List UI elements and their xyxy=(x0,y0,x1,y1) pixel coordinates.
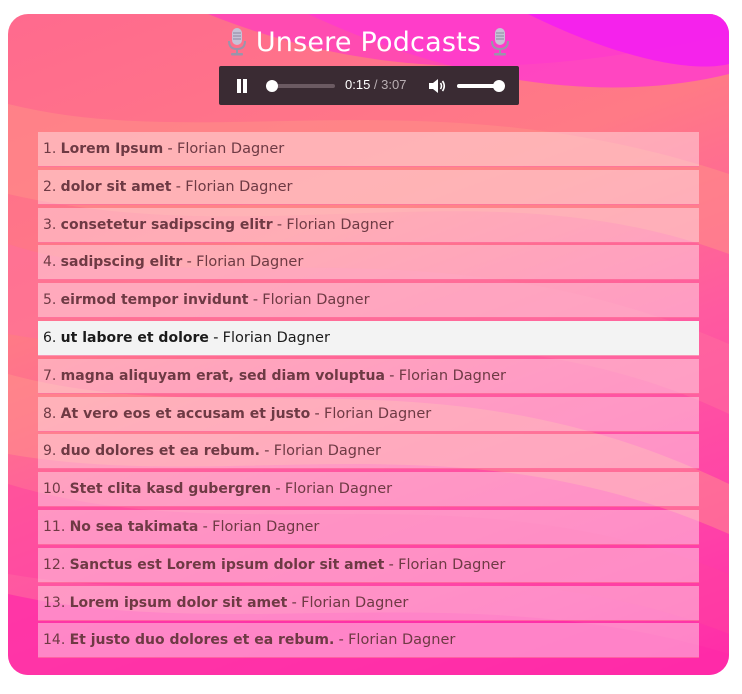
podcast-card: Unsere Podcasts 0:15 / 3:07 1. Lorem Ips… xyxy=(8,14,729,675)
episode-author: Florian Dagner xyxy=(398,367,506,384)
episode-author: Florian Dagner xyxy=(273,443,382,460)
time-display: 0:15 / 3:07 xyxy=(345,77,406,92)
episode-author: Florian Dagner xyxy=(284,481,393,498)
playlist-item[interactable]: 12. Sanctus est Lorem ipsum dolor sit am… xyxy=(38,547,699,583)
audio-player: 0:15 / 3:07 xyxy=(219,66,519,105)
episode-title: consetetur sadipscing elitr xyxy=(60,216,273,233)
item-number: 1. xyxy=(43,141,57,157)
item-number: 9. xyxy=(43,443,57,460)
episode-author: Florian Dagner xyxy=(196,254,304,271)
item-number: 11. xyxy=(43,518,66,535)
item-number: 3. xyxy=(43,216,57,233)
page-title: Unsere Podcasts xyxy=(8,24,729,60)
item-number: 5. xyxy=(43,292,57,309)
seek-bar-handle[interactable] xyxy=(266,80,279,92)
item-number: 7. xyxy=(43,367,57,384)
item-separator: - xyxy=(171,177,186,195)
episode-author: Florian Dagner xyxy=(301,594,409,611)
episode-author: Florian Dagner xyxy=(323,405,432,422)
item-separator: - xyxy=(248,291,263,309)
seek-bar[interactable] xyxy=(266,80,335,92)
item-separator: - xyxy=(384,366,399,384)
item-separator: - xyxy=(287,593,302,611)
episode-author: Florian Dagner xyxy=(185,178,293,195)
item-number: 13. xyxy=(43,594,66,611)
playlist-item[interactable]: 6. ut labore et dolore - Florian Dagner xyxy=(38,320,699,356)
podcast-playlist: 1. Lorem Ipsum - Florian Dagner 2. dolor … xyxy=(38,132,699,661)
episode-title: ut labore et dolore xyxy=(60,329,209,346)
episode-title: At vero eos et accusam et justo xyxy=(60,405,311,422)
playlist-item[interactable]: 2. dolor sit amet - Florian Dagner xyxy=(38,169,699,205)
episode-title: dolor sit amet xyxy=(60,178,172,195)
episode-author: Florian Dagner xyxy=(286,216,394,233)
episode-author: Florian Dagner xyxy=(262,292,370,309)
episode-title: Et justo duo dolores et ea rebum. xyxy=(69,632,335,649)
playlist-item[interactable]: 13. Lorem ipsum dolor sit amet - Florian… xyxy=(38,585,699,621)
episode-title: duo dolores et ea rebum. xyxy=(60,443,260,460)
item-separator: - xyxy=(271,480,285,498)
page-title-text: Unsere Podcasts xyxy=(255,26,482,58)
episode-author: Florian Dagner xyxy=(176,141,285,157)
volume-slider[interactable] xyxy=(457,80,505,92)
item-separator: - xyxy=(208,328,223,346)
episode-author: Florian Dagner xyxy=(398,556,506,573)
playlist-item[interactable]: 9. duo dolores et ea rebum. - Florian Da… xyxy=(38,434,699,470)
playlist-item[interactable]: 5. eirmod tempor invidunt - Florian Dagn… xyxy=(38,283,699,319)
item-number: 2. xyxy=(43,178,57,195)
current-time: 0:15 xyxy=(345,77,371,92)
episode-author: Florian Dagner xyxy=(348,632,456,649)
playlist-item[interactable]: 8. At vero eos et accusam et justo - Flo… xyxy=(38,396,699,432)
episode-author: Florian Dagner xyxy=(212,518,320,535)
item-number: 8. xyxy=(43,405,57,422)
item-number: 14. xyxy=(43,632,66,649)
volume-icon[interactable] xyxy=(428,78,446,94)
item-separator: - xyxy=(384,555,399,573)
playlist-item[interactable]: 11. No sea takimata - Florian Dagner xyxy=(38,509,699,545)
item-separator: - xyxy=(260,442,274,460)
volume-handle[interactable] xyxy=(493,80,505,92)
item-separator: - xyxy=(182,253,197,271)
microphone-icon xyxy=(227,28,246,56)
duration: 3:07 xyxy=(381,77,407,92)
episode-author: Florian Dagner xyxy=(222,329,330,346)
time-separator: / xyxy=(370,77,382,92)
item-separator: - xyxy=(334,631,349,649)
episode-title: Sanctus est Lorem ipsum dolor sit amet xyxy=(69,556,385,573)
episode-title: Lorem ipsum dolor sit amet xyxy=(69,594,288,611)
item-separator: - xyxy=(272,215,287,233)
episode-title: sadipscing elitr xyxy=(60,254,183,271)
playlist-item[interactable]: 1. Lorem Ipsum - Florian Dagner xyxy=(38,132,699,167)
item-number: 4. xyxy=(43,254,57,271)
playlist-item[interactable]: 10. Stet clita kasd gubergren - Florian … xyxy=(38,472,699,508)
item-separator: - xyxy=(198,517,213,535)
episode-title: Stet clita kasd gubergren xyxy=(69,481,272,498)
playlist-item[interactable]: 4. sadipscing elitr - Florian Dagner xyxy=(38,245,699,281)
episode-title: magna aliquyam erat, sed diam voluptua xyxy=(60,367,385,384)
pause-icon[interactable] xyxy=(236,79,248,93)
playlist-item[interactable]: 7. magna aliquyam erat, sed diam voluptu… xyxy=(38,358,699,394)
playlist-item[interactable]: 14. Et justo duo dolores et ea rebum. - … xyxy=(38,623,699,659)
item-number: 10. xyxy=(43,481,66,498)
playlist-item[interactable]: 3. consetetur sadipscing elitr - Florian… xyxy=(38,207,699,243)
item-number: 12. xyxy=(43,556,66,573)
item-separator: - xyxy=(310,404,324,422)
episode-title: Lorem Ipsum xyxy=(60,141,164,157)
microphone-icon xyxy=(491,28,510,56)
item-number: 6. xyxy=(43,329,57,346)
episode-title: No sea takimata xyxy=(69,518,199,535)
item-separator: - xyxy=(163,140,177,157)
episode-title: eirmod tempor invidunt xyxy=(60,292,249,309)
